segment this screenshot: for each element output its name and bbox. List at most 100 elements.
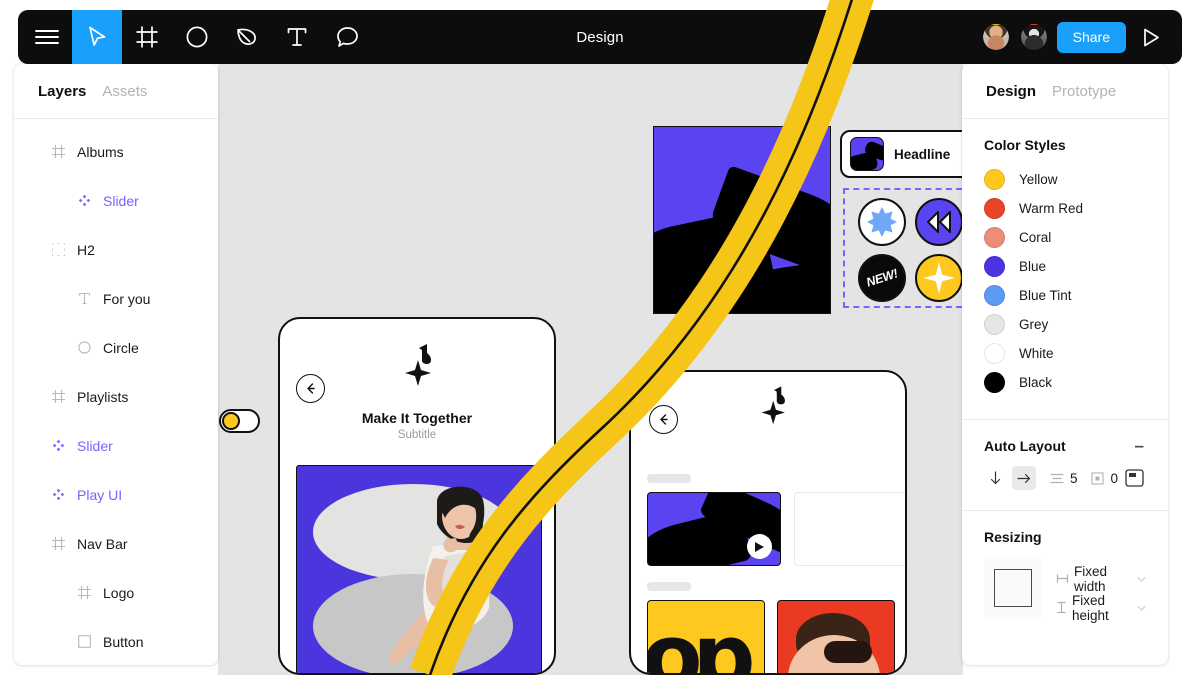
- tab-layers[interactable]: Layers: [38, 83, 86, 100]
- rect-icon: [78, 635, 91, 648]
- layer-row[interactable]: Albums: [14, 127, 218, 176]
- resizing-header: Resizing: [984, 529, 1146, 545]
- color-styles-header: Color Styles: [984, 137, 1146, 153]
- play-icon: [1143, 28, 1159, 46]
- album-photo-card[interactable]: [296, 465, 542, 673]
- resize-field-list: Fixed width Fixed height: [1056, 559, 1146, 623]
- color-styles-title: Color Styles: [984, 137, 1066, 153]
- star-burst-badge[interactable]: [858, 198, 906, 246]
- frame-tool-button[interactable]: [122, 10, 172, 64]
- play-button[interactable]: [747, 534, 772, 559]
- color-style-row[interactable]: Warm Red: [984, 194, 1146, 223]
- color-style-row[interactable]: Black: [984, 368, 1146, 397]
- layer-row[interactable]: Play UI: [14, 470, 218, 519]
- alignment-button[interactable]: [1122, 466, 1146, 490]
- fixed-height-label: Fixed height: [1072, 592, 1109, 623]
- spacing-field[interactable]: 5: [1050, 471, 1077, 486]
- color-style-label: Grey: [1019, 317, 1049, 332]
- component-icon: [78, 194, 91, 207]
- player-toggle[interactable]: [219, 409, 260, 433]
- color-swatch: [984, 285, 1005, 306]
- typography-card[interactable]: op: [647, 600, 765, 673]
- auto-layout-section: Auto Layout – 5 0: [962, 420, 1168, 502]
- color-style-label: Blue: [1019, 259, 1047, 274]
- color-style-row[interactable]: Coral: [984, 223, 1146, 252]
- layer-row[interactable]: Logo: [14, 568, 218, 617]
- layer-row[interactable]: Slider: [14, 176, 218, 225]
- portrait-card[interactable]: [777, 600, 895, 673]
- auto-layout-title: Auto Layout: [984, 438, 1066, 454]
- layers-panel-tabs: Layers Assets: [14, 64, 218, 119]
- empty-card[interactable]: [794, 492, 905, 566]
- frame-icon: [52, 390, 65, 403]
- collapse-button[interactable]: –: [1133, 437, 1146, 454]
- share-button[interactable]: Share: [1056, 21, 1126, 53]
- fixed-width-label: Fixed width: [1074, 563, 1108, 594]
- rewind-icon: [927, 211, 951, 233]
- pen-tool-button[interactable]: [222, 10, 272, 64]
- padding-field[interactable]: 0: [1091, 471, 1118, 486]
- height-icon: [1057, 601, 1066, 614]
- phone-mockup-browse[interactable]: op: [629, 370, 907, 675]
- layers-panel: Layers Assets Albums Slider H2 For you C…: [14, 64, 218, 665]
- video-card[interactable]: [647, 492, 781, 566]
- back-button[interactable]: [296, 374, 325, 403]
- resizing-section: Resizing Fixed width Fixed height: [962, 511, 1168, 628]
- tab-design[interactable]: Design: [986, 83, 1036, 100]
- constraints-square: [994, 569, 1032, 607]
- direction-horizontal-button[interactable]: [1011, 466, 1036, 490]
- color-swatch: [984, 372, 1005, 393]
- tab-assets[interactable]: Assets: [102, 83, 147, 100]
- layer-row[interactable]: Button: [14, 617, 218, 665]
- constraints-widget[interactable]: [984, 559, 1042, 617]
- avatar[interactable]: [980, 22, 1011, 52]
- ellipse-tool-button[interactable]: [172, 10, 222, 64]
- text-tool-button[interactable]: [272, 10, 322, 64]
- layer-label: Circle: [103, 339, 139, 356]
- play-icon: [755, 541, 764, 552]
- color-style-row[interactable]: Blue Tint: [984, 281, 1146, 310]
- color-style-label: Blue Tint: [1019, 288, 1072, 303]
- color-style-row[interactable]: Grey: [984, 310, 1146, 339]
- padding-value: 0: [1110, 470, 1118, 486]
- menu-icon: [35, 30, 59, 44]
- color-style-label: Coral: [1019, 230, 1052, 245]
- width-icon: [1056, 574, 1069, 583]
- color-style-row[interactable]: White: [984, 339, 1146, 368]
- back-button[interactable]: [649, 405, 678, 434]
- app-logo-icon: [400, 342, 440, 399]
- new-badge[interactable]: NEW!: [858, 254, 906, 302]
- resizing-controls: Fixed width Fixed height: [984, 557, 1146, 623]
- fixed-width-dropdown[interactable]: Fixed width: [1056, 563, 1146, 594]
- color-style-row[interactable]: Blue: [984, 252, 1146, 281]
- player-title: Make It Together: [361, 410, 473, 426]
- frame-icon: [52, 537, 65, 550]
- app-logo-icon: [757, 384, 793, 437]
- color-style-label: Yellow: [1019, 172, 1058, 187]
- present-button[interactable]: [1134, 20, 1168, 54]
- layer-label: For you: [103, 290, 151, 307]
- avatar[interactable]: [1018, 22, 1049, 52]
- color-style-row[interactable]: Yellow: [984, 165, 1146, 194]
- layer-row[interactable]: For you: [14, 274, 218, 323]
- tab-prototype[interactable]: Prototype: [1052, 83, 1116, 100]
- spacing-icon: [1050, 473, 1064, 483]
- layer-row[interactable]: Playlists: [14, 372, 218, 421]
- direction-vertical-button[interactable]: [984, 466, 1008, 490]
- comment-tool-button[interactable]: [322, 10, 372, 64]
- layer-row[interactable]: H2: [14, 225, 218, 274]
- group-icon: [52, 243, 65, 256]
- menu-button[interactable]: [22, 10, 72, 64]
- fixed-height-dropdown[interactable]: Fixed height: [1056, 592, 1146, 623]
- layer-row[interactable]: Circle: [14, 323, 218, 372]
- rewind-badge[interactable]: [915, 198, 963, 246]
- chevron-down-icon: [1137, 576, 1146, 582]
- component-icon: [52, 488, 65, 501]
- phone-mockup-player[interactable]: Make It Together Subtitle: [278, 317, 556, 675]
- layer-row[interactable]: Nav Bar: [14, 519, 218, 568]
- layer-row[interactable]: Slider: [14, 421, 218, 470]
- resizing-title: Resizing: [984, 529, 1042, 545]
- sparkle-badge[interactable]: [915, 254, 963, 302]
- abstract-artwork-card[interactable]: [653, 126, 831, 314]
- move-tool-button[interactable]: [72, 10, 122, 64]
